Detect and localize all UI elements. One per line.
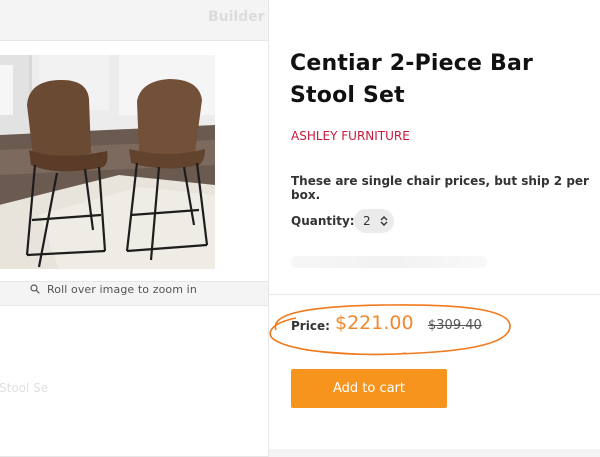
search-icon	[30, 284, 40, 294]
product-title: Centiar 2-Piece Bar Stool Set	[290, 51, 534, 108]
divider	[268, 294, 600, 295]
zoom-hint-text: Roll over image to zoom in	[47, 283, 197, 296]
secondary-card: Stool Se	[0, 305, 269, 457]
product-photo[interactable]	[0, 55, 215, 269]
add-to-cart-button[interactable]: Add to cart	[291, 369, 447, 408]
zoom-hint: Roll over image to zoom in	[30, 283, 197, 296]
quantity-value: 2	[363, 214, 371, 228]
quantity-label: Quantity:	[291, 214, 355, 228]
current-price: $221.00	[335, 312, 414, 334]
quantity-select[interactable]: 2	[354, 209, 394, 233]
price-label: Price:	[291, 319, 330, 333]
product-image-card: Roll over image to zoom in	[0, 40, 269, 296]
blurred-placeholder	[291, 256, 487, 268]
shipping-note: These are single chair prices, but ship …	[291, 174, 589, 202]
brand-link[interactable]: ASHLEY FURNITURE	[291, 129, 410, 143]
chevron-up-down-icon	[380, 216, 388, 226]
faded-label: Stool Se	[0, 381, 49, 395]
breadcrumb[interactable]: Builder	[208, 9, 265, 25]
original-price: $309.40	[428, 318, 482, 333]
